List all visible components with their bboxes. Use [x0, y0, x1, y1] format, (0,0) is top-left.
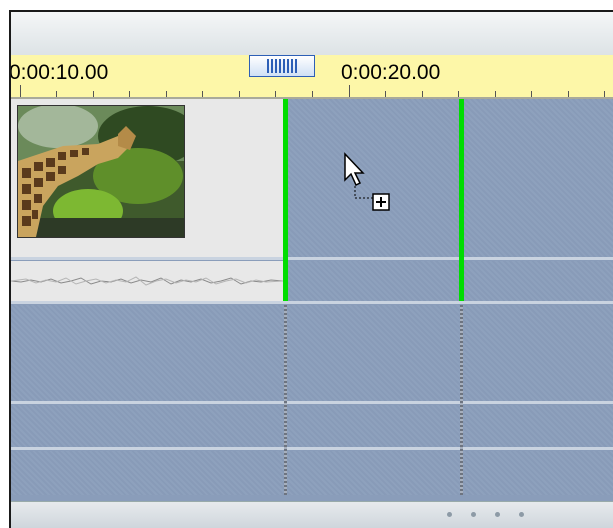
ruler-tick: [385, 91, 386, 97]
overlay-track[interactable]: [11, 305, 613, 401]
grip-dot: [471, 512, 476, 517]
ruler-tick: [349, 85, 350, 97]
grip-dot: [447, 512, 452, 517]
insert-marker-end: [459, 99, 464, 301]
ruler-tick: [129, 91, 130, 97]
ruler-tick: [239, 91, 240, 97]
track-divider: [11, 401, 613, 404]
timeline-panel: 0:00:10.00 0:00:20.00: [9, 10, 613, 528]
track-divider: [11, 257, 613, 260]
scrubber-handle[interactable]: [249, 55, 315, 77]
track-divider: [11, 447, 613, 450]
ruler-time-label: 0:00:20.00: [341, 61, 441, 84]
marker-guide-start: [284, 305, 287, 495]
insert-marker-start: [283, 99, 288, 301]
ruler-tick: [495, 91, 496, 97]
time-ruler[interactable]: 0:00:10.00 0:00:20.00: [11, 55, 613, 99]
ruler-tick: [531, 91, 532, 97]
ruler-tick: [312, 91, 313, 97]
ruler-tick: [56, 91, 57, 97]
ruler-tick: [458, 91, 459, 97]
music-track[interactable]: [11, 451, 613, 495]
marker-guide-end: [460, 305, 463, 495]
copy-drag-cursor-icon: [343, 152, 403, 237]
grip-dot: [519, 512, 524, 517]
ruler-time-label: 0:00:10.00: [9, 61, 109, 84]
audio-waveform-icon: [11, 276, 284, 286]
audio-clip[interactable]: [11, 261, 284, 301]
giraffe-video-thumbnail-icon: [17, 105, 185, 238]
ruler-tick: [93, 91, 94, 97]
status-bar: [11, 501, 613, 528]
track-divider: [11, 301, 613, 304]
ruler-tick: [422, 91, 423, 97]
ruler-tick: [166, 91, 167, 97]
ruler-tick: [20, 85, 21, 97]
ruler-tick: [275, 91, 276, 97]
timeline-tracks: [11, 99, 613, 502]
ruler-tick: [604, 91, 605, 97]
ruler-tick: [568, 91, 569, 97]
grip-dot: [495, 512, 500, 517]
title-track[interactable]: [11, 405, 613, 447]
video-clip[interactable]: [11, 99, 283, 257]
timeline-header: [11, 12, 613, 55]
ruler-tick: [202, 91, 203, 97]
